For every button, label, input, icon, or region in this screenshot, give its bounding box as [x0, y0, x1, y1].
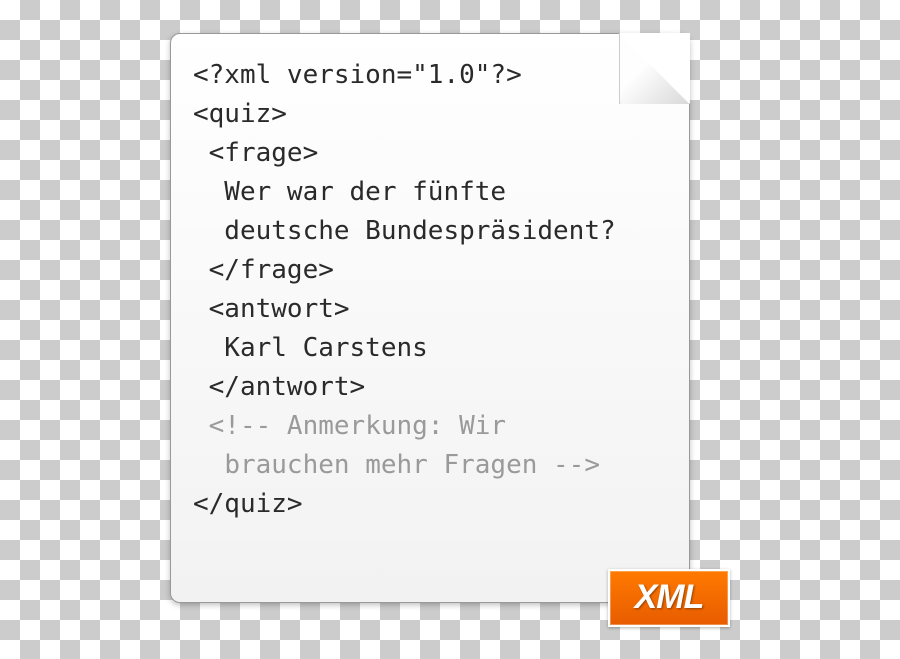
xml-file-icon: <?xml version="1.0"?> <quiz> <frage> Wer… — [170, 33, 730, 627]
document-page: <?xml version="1.0"?> <quiz> <frage> Wer… — [170, 33, 690, 603]
page-corner-fold — [619, 34, 689, 104]
xml-badge: XML — [608, 569, 730, 627]
xml-code-content: <?xml version="1.0"?> <quiz> <frage> Wer… — [193, 56, 667, 524]
xml-badge-label: XML — [635, 578, 704, 617]
